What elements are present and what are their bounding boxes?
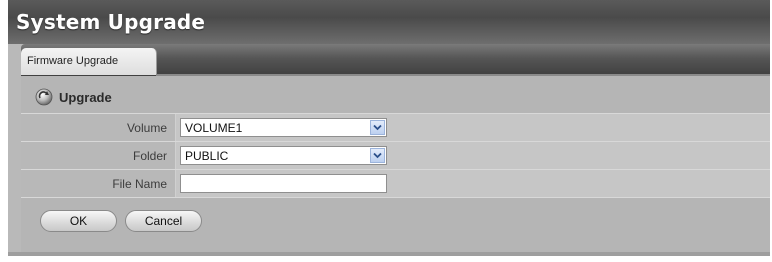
upgrade-icon: [35, 88, 53, 106]
form-value-cell: PUBLIC: [176, 142, 770, 169]
title-bar: System Upgrade: [8, 0, 770, 44]
upgrade-form: Volume VOLUME1 Folder PUBLIC File Name: [21, 113, 770, 198]
folder-label: Folder: [132, 149, 167, 163]
file-name-label: File Name: [112, 177, 167, 191]
tab-firmware-upgrade[interactable]: Firmware Upgrade: [21, 48, 157, 75]
volume-label: Volume: [126, 121, 167, 135]
volume-select-value: VOLUME1: [185, 121, 243, 135]
form-label-cell: File Name: [21, 170, 176, 197]
chevron-down-icon[interactable]: [370, 148, 385, 163]
form-label-cell: Folder: [21, 142, 176, 169]
content-panel: Upgrade Volume VOLUME1 Folder PUBLIC Fil…: [21, 76, 770, 256]
file-name-input[interactable]: [180, 174, 387, 193]
folder-select[interactable]: PUBLIC: [180, 146, 387, 165]
form-label-cell: Volume: [21, 114, 176, 141]
cancel-button[interactable]: Cancel: [125, 210, 202, 232]
volume-select[interactable]: VOLUME1: [180, 118, 387, 137]
form-value-cell: VOLUME1: [176, 114, 770, 141]
bottom-border: [8, 252, 770, 256]
form-row-folder: Folder PUBLIC: [21, 141, 770, 169]
form-row-volume: Volume VOLUME1: [21, 113, 770, 141]
form-row-file-name: File Name: [21, 169, 770, 198]
tab-label: Firmware Upgrade: [27, 55, 119, 67]
folder-select-value: PUBLIC: [185, 149, 229, 163]
tab-bar: Firmware Upgrade: [21, 44, 770, 76]
chevron-down-icon[interactable]: [370, 120, 385, 135]
system-upgrade-window: System Upgrade Firmware Upgrade Upgrade …: [8, 0, 770, 256]
page-title: System Upgrade: [16, 10, 206, 34]
form-value-cell: [176, 170, 770, 197]
ok-button[interactable]: OK: [40, 210, 117, 232]
section-title: Upgrade: [59, 90, 112, 105]
